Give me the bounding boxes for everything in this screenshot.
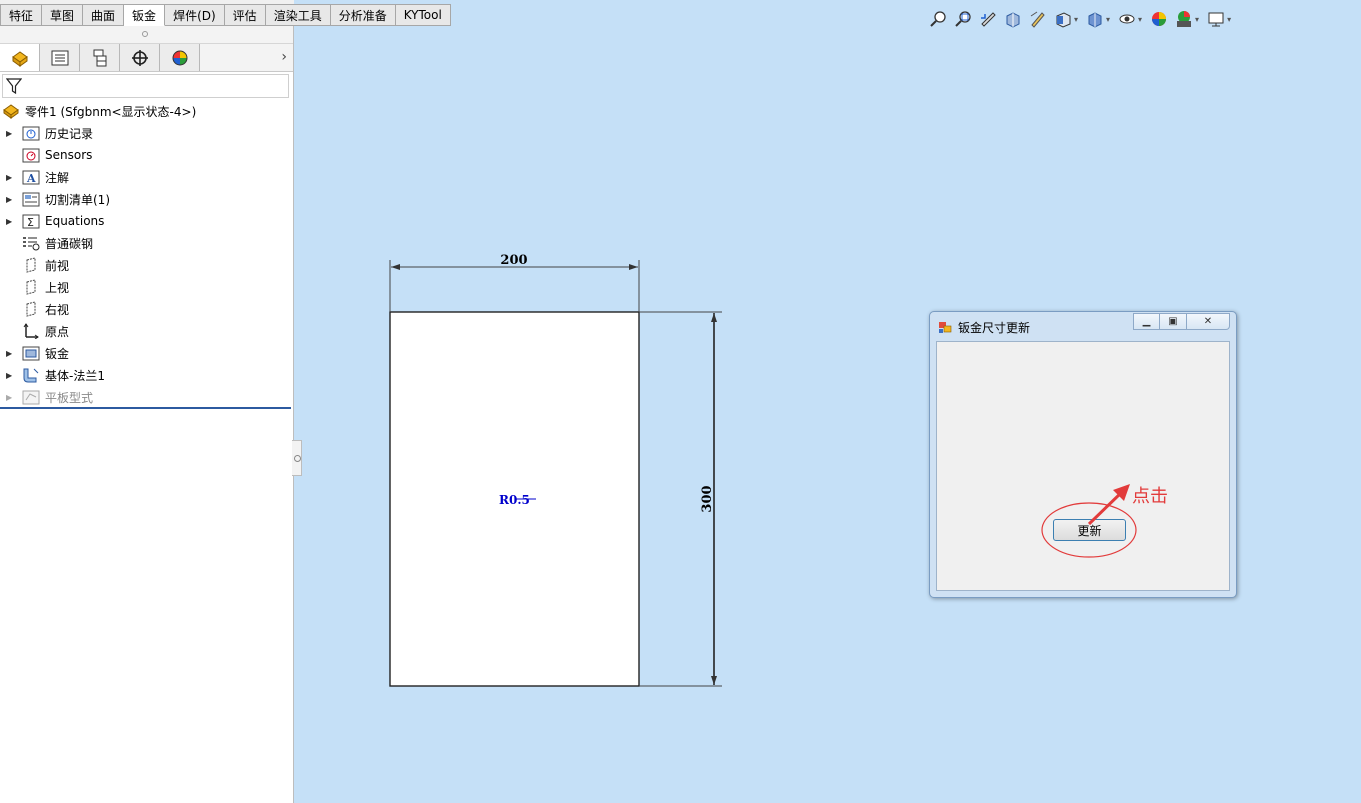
callout-text: 点击 [1132,486,1168,507]
minimize-button[interactable]: ▁ [1133,313,1160,330]
close-icon: ✕ [1203,316,1213,327]
sheet-metal-update-dialog: 钣金尺寸更新 ▁ ▣ ✕ 更新 [929,311,1237,598]
dialog-client-area: 更新 [936,341,1230,591]
update-button[interactable]: 更新 [1053,519,1126,541]
dialog-titlebar[interactable]: 钣金尺寸更新 [938,318,1030,336]
maximize-icon: ▣ [1168,316,1178,327]
maximize-button[interactable]: ▣ [1160,313,1187,330]
dialog-title: 钣金尺寸更新 [958,320,1031,335]
minimize-icon: ▁ [1142,316,1151,327]
height-dimension-text: 300 [700,485,715,512]
window-controls: ▁ ▣ ✕ [1133,313,1230,330]
app-icon [939,322,952,333]
width-dimension-text: 200 [500,253,527,268]
close-button[interactable]: ✕ [1187,313,1230,330]
radius-note-text: R0.5 [499,493,530,507]
